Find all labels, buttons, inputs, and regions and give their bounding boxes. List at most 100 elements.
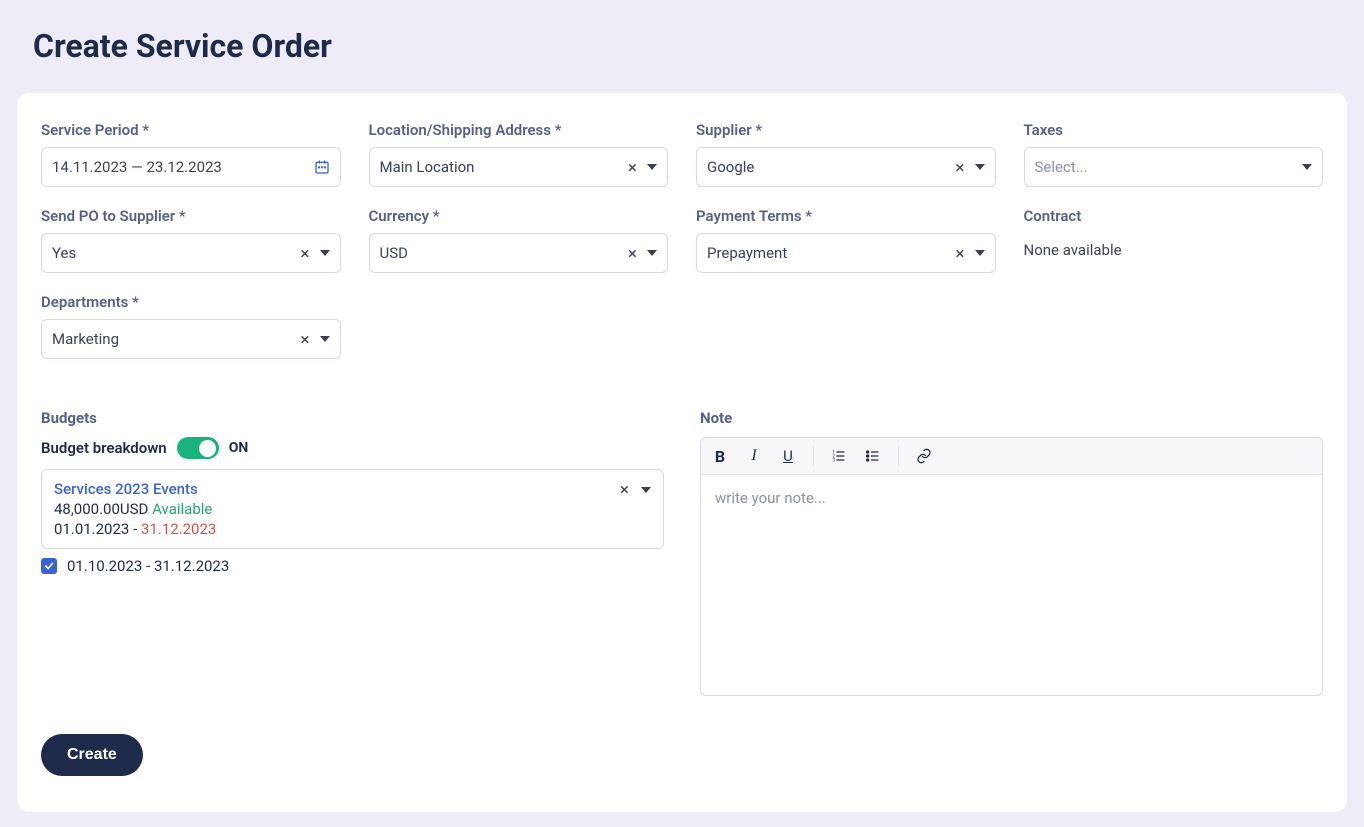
label-send-po: Send PO to Supplier * (41, 207, 341, 225)
select-send-po[interactable]: Yes (41, 233, 341, 273)
toggle-state: ON (229, 440, 249, 456)
controls-currency (628, 244, 657, 263)
clear-icon[interactable] (300, 330, 309, 349)
toolbar-separator (898, 446, 899, 466)
row-3: Departments * Marketing (41, 293, 1323, 359)
value-departments: Marketing (52, 330, 119, 348)
form-card: Service Period * 14.11.2023 — 23.12.2023… (17, 93, 1347, 812)
placeholder-taxes: Select... (1035, 158, 1088, 176)
note-toolbar: B I U 123 (701, 438, 1322, 475)
field-location: Location/Shipping Address * Main Locatio… (369, 121, 669, 187)
budget-start: 01.01.2023 (54, 520, 129, 538)
link-icon[interactable] (915, 447, 933, 465)
clear-icon[interactable] (628, 158, 637, 177)
controls-supplier (955, 158, 984, 177)
note-section: Note B I U 123 (700, 409, 1323, 696)
field-service-period: Service Period * 14.11.2023 — 23.12.2023 (41, 121, 341, 187)
label-supplier: Supplier * (696, 121, 996, 139)
row-2: Send PO to Supplier * Yes Currency * USD… (41, 207, 1323, 273)
select-location[interactable]: Main Location (369, 147, 669, 187)
group-format: B I U (711, 447, 797, 465)
field-contract: Contract None available (1024, 207, 1324, 273)
field-supplier: Supplier * Google (696, 121, 996, 187)
budget-controls (620, 480, 651, 499)
clear-icon[interactable] (955, 158, 964, 177)
chevron-down-icon[interactable] (975, 250, 985, 256)
value-contract-none: None available (1024, 233, 1324, 259)
controls-send-po (300, 244, 329, 263)
field-currency: Currency * USD (369, 207, 669, 273)
chevron-down-icon[interactable] (641, 487, 651, 493)
budget-name: Services 2023 Events (54, 480, 651, 498)
budget-dash: - (129, 520, 141, 538)
note-textarea[interactable]: write your note... (701, 475, 1322, 695)
budget-dates: 01.01.2023 - 31.12.2023 (54, 520, 651, 538)
budgets-note-row: Budgets Budget breakdown ON Services 202… (41, 409, 1323, 696)
select-budget[interactable]: Services 2023 Events 48,000.00USD Availa… (41, 469, 664, 549)
group-link (915, 447, 933, 465)
underline-icon[interactable]: U (779, 447, 797, 465)
clear-icon[interactable] (628, 244, 637, 263)
bold-icon[interactable]: B (711, 447, 729, 465)
value-currency: USD (380, 244, 408, 262)
budget-end: 31.12.2023 (141, 520, 216, 538)
value-location: Main Location (380, 158, 475, 176)
label-taxes: Taxes (1024, 121, 1324, 139)
note-editor: B I U 123 (700, 437, 1323, 696)
chevron-down-icon[interactable] (975, 164, 985, 170)
svg-text:3: 3 (832, 457, 835, 463)
select-payment-terms[interactable]: Prepayment (696, 233, 996, 273)
select-supplier[interactable]: Google (696, 147, 996, 187)
clear-icon[interactable] (955, 244, 964, 263)
toolbar-separator (813, 446, 814, 466)
period-checkbox-row: 01.10.2023 - 31.12.2023 (41, 557, 664, 575)
budget-breakdown-toggle-row: Budget breakdown ON (41, 437, 664, 459)
calendar-icon[interactable] (314, 159, 330, 175)
field-send-po: Send PO to Supplier * Yes (41, 207, 341, 273)
select-departments[interactable]: Marketing (41, 319, 341, 359)
budget-available: Available (148, 500, 212, 518)
controls-payment-terms (955, 244, 984, 263)
label-budget-breakdown: Budget breakdown (41, 439, 167, 457)
value-payment-terms: Prepayment (707, 244, 787, 262)
label-payment-terms: Payment Terms * (696, 207, 996, 225)
select-taxes[interactable]: Select... (1024, 147, 1324, 187)
chevron-down-icon[interactable] (320, 250, 330, 256)
create-button[interactable]: Create (41, 734, 143, 776)
field-departments: Departments * Marketing (41, 293, 341, 359)
budgets-section: Budgets Budget breakdown ON Services 202… (41, 409, 664, 575)
controls-departments (300, 330, 329, 349)
italic-icon[interactable]: I (745, 447, 763, 465)
chevron-down-icon[interactable] (647, 164, 657, 170)
bullet-list-icon[interactable] (864, 447, 882, 465)
clear-icon[interactable] (620, 480, 629, 499)
checkbox-period[interactable] (41, 558, 57, 574)
chevron-down-icon[interactable] (1302, 164, 1312, 170)
value-service-period: 14.11.2023 — 23.12.2023 (52, 158, 222, 176)
label-service-period: Service Period * (41, 121, 341, 139)
page-title: Create Service Order (33, 27, 1349, 65)
toggle-budget-breakdown[interactable] (177, 437, 219, 459)
select-currency[interactable]: USD (369, 233, 669, 273)
value-send-po: Yes (52, 244, 76, 262)
field-payment-terms: Payment Terms * Prepayment (696, 207, 996, 273)
header-note: Note (700, 409, 1323, 427)
header-budgets: Budgets (41, 409, 664, 427)
ordered-list-icon[interactable]: 123 (830, 447, 848, 465)
label-currency: Currency * (369, 207, 669, 225)
value-supplier: Google (707, 158, 754, 176)
input-service-period[interactable]: 14.11.2023 — 23.12.2023 (41, 147, 341, 187)
budget-amount-line: 48,000.00USD Available (54, 500, 651, 518)
field-taxes: Taxes Select... (1024, 121, 1324, 187)
clear-icon[interactable] (300, 244, 309, 263)
controls-location (628, 158, 657, 177)
chevron-down-icon[interactable] (647, 250, 657, 256)
period-range: 01.10.2023 - 31.12.2023 (67, 557, 229, 575)
group-lists: 123 (830, 447, 882, 465)
row-1: Service Period * 14.11.2023 — 23.12.2023… (41, 121, 1323, 187)
budget-amount: 48,000.00USD (54, 500, 148, 518)
label-location: Location/Shipping Address * (369, 121, 669, 139)
chevron-down-icon[interactable] (320, 336, 330, 342)
label-contract: Contract (1024, 207, 1324, 225)
label-departments: Departments * (41, 293, 341, 311)
